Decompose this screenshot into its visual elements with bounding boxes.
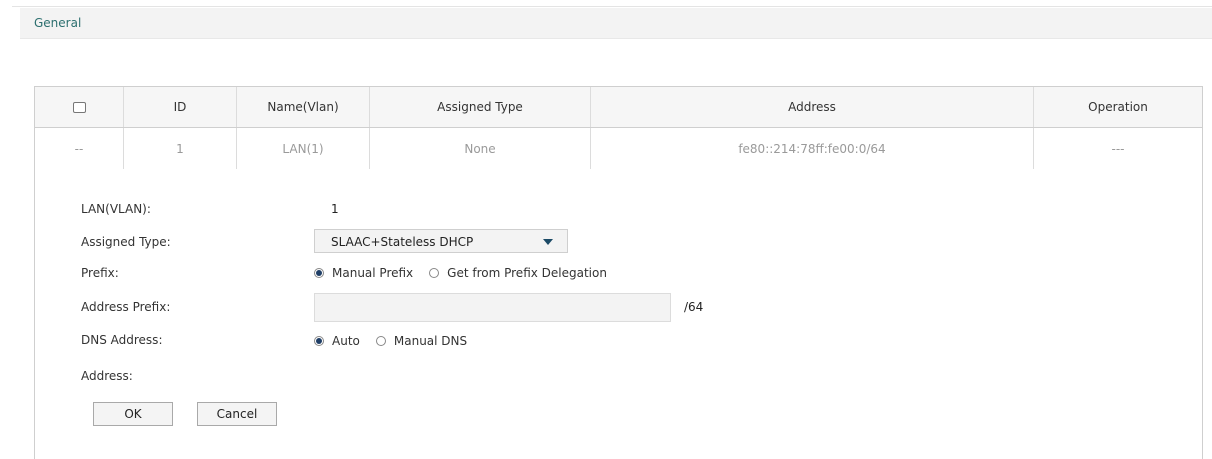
select-all-checkbox[interactable] bbox=[72, 101, 86, 113]
header-operation: Operation bbox=[1088, 100, 1148, 114]
address-prefix-suffix: /64 bbox=[684, 300, 704, 314]
dns-option-manual[interactable]: Manual DNS bbox=[375, 334, 468, 348]
row-name: LAN(1) bbox=[237, 128, 370, 170]
assigned-type-select[interactable]: SLAAC+Stateless DHCP bbox=[314, 229, 568, 253]
radio-selected-icon[interactable] bbox=[314, 336, 324, 346]
radio-unselected-icon[interactable] bbox=[429, 268, 440, 278]
top-divider bbox=[12, 6, 1212, 7]
radio-selected-icon[interactable] bbox=[314, 268, 324, 278]
prefix-option-delegation-label: Get from Prefix Delegation bbox=[447, 266, 607, 280]
header-name-vlan: Name(Vlan) bbox=[237, 87, 370, 127]
ipv6-lan-table: ID Name(Vlan) Assigned Type Address Oper… bbox=[34, 86, 1203, 171]
radio-unselected-icon[interactable] bbox=[375, 336, 386, 346]
lan-vlan-value: 1 bbox=[331, 202, 339, 216]
header-id: ID bbox=[124, 87, 237, 127]
edit-form-panel: LAN(VLAN): 1 Assigned Type: SLAAC+Statel… bbox=[34, 169, 1203, 459]
table-header-row: ID Name(Vlan) Assigned Type Address Oper… bbox=[35, 87, 1202, 128]
row-assigned-type: None bbox=[370, 128, 591, 170]
header-address: Address bbox=[591, 87, 1034, 127]
dns-radio-group: Auto Manual DNS bbox=[314, 334, 483, 348]
table-row[interactable]: -- 1 LAN(1) None fe80::214:78ff:fe00:0/6… bbox=[35, 128, 1202, 171]
row-operation: --- bbox=[1111, 142, 1125, 156]
prefix-label: Prefix: bbox=[81, 266, 119, 280]
prefix-option-manual[interactable]: Manual Prefix bbox=[314, 266, 413, 280]
address-prefix-label: Address Prefix: bbox=[81, 300, 171, 314]
row-id: 1 bbox=[124, 128, 237, 170]
dns-option-auto-label: Auto bbox=[332, 334, 360, 348]
row-select-cell: -- bbox=[35, 128, 124, 170]
section-title: General bbox=[34, 16, 82, 30]
dns-address-label: DNS Address: bbox=[81, 333, 163, 347]
chevron-down-icon bbox=[543, 239, 553, 245]
prefix-option-delegation[interactable]: Get from Prefix Delegation bbox=[429, 266, 607, 280]
assigned-type-selected-value: SLAAC+Stateless DHCP bbox=[331, 235, 474, 249]
header-select-all-cell bbox=[35, 87, 124, 127]
section-header-general: General bbox=[20, 8, 1212, 39]
cancel-button[interactable]: Cancel bbox=[197, 402, 277, 426]
assigned-type-label: Assigned Type: bbox=[81, 235, 171, 249]
prefix-option-manual-label: Manual Prefix bbox=[332, 266, 414, 280]
dns-option-manual-label: Manual DNS bbox=[393, 334, 468, 348]
address-prefix-input[interactable] bbox=[314, 293, 671, 322]
lan-vlan-label: LAN(VLAN): bbox=[81, 202, 151, 216]
address-label: Address: bbox=[81, 369, 133, 383]
dns-option-auto[interactable]: Auto bbox=[314, 334, 360, 348]
prefix-radio-group: Manual Prefix Get from Prefix Delegation bbox=[314, 266, 623, 280]
header-assigned-type: Assigned Type bbox=[370, 87, 591, 127]
ok-button[interactable]: OK bbox=[93, 402, 173, 426]
row-address: fe80::214:78ff:fe00:0/64 bbox=[591, 128, 1034, 170]
